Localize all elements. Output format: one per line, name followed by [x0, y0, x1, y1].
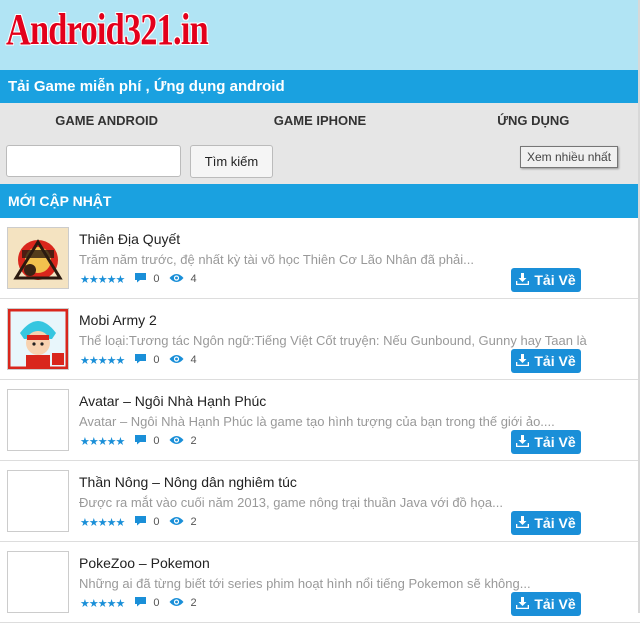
- view-count: 2: [169, 597, 197, 610]
- comment-count-value: 0: [153, 273, 160, 285]
- list-item[interactable]: Thiên Địa Quyết Trăm năm trước, đệ nhất …: [0, 218, 640, 299]
- site-tagline: Tải Game miễn phí , Ứng dụng android: [0, 70, 640, 103]
- mobi-army-art: [8, 309, 68, 369]
- item-title[interactable]: Mobi Army 2: [79, 312, 157, 328]
- item-stats: ★★★★★ 0 4: [80, 353, 197, 367]
- download-button[interactable]: Tải Về: [511, 349, 581, 373]
- view-count: 2: [169, 516, 197, 529]
- download-label: Tải Về: [534, 272, 576, 288]
- tooltip: Xem nhiều nhất: [520, 146, 619, 168]
- download-button[interactable]: Tải Về: [511, 268, 581, 292]
- eye-icon: [169, 597, 184, 610]
- download-label: Tải Về: [534, 434, 576, 450]
- rating-stars: ★★★★★: [80, 354, 125, 367]
- view-count: 2: [169, 435, 197, 448]
- comment-count-value: 0: [153, 597, 160, 609]
- comment-icon: [134, 272, 147, 286]
- item-description: Những ai đã từng biết tới series phim ho…: [79, 576, 531, 591]
- comment-icon: [134, 515, 147, 529]
- nav-game-android[interactable]: GAME ANDROID: [0, 103, 213, 138]
- download-icon: [516, 434, 530, 450]
- eye-icon: [169, 354, 184, 367]
- section-title: MỚI CẬP NHẬT: [0, 184, 640, 218]
- eye-icon: [169, 516, 184, 529]
- eye-icon: [169, 435, 184, 448]
- comment-count-value: 0: [153, 435, 160, 447]
- comment-icon: [134, 353, 147, 367]
- item-stats: ★★★★★ 0 2: [80, 596, 197, 610]
- download-icon: [516, 272, 530, 288]
- rating-stars: ★★★★★: [80, 435, 125, 448]
- item-description: Avatar – Ngôi Nhà Hạnh Phúc là game tạo …: [79, 414, 555, 429]
- comment-count: 0: [134, 434, 159, 448]
- rating-stars: ★★★★★: [80, 516, 125, 529]
- comment-count: 0: [134, 272, 159, 286]
- comment-count: 0: [134, 596, 159, 610]
- item-stats: ★★★★★ 0 4: [80, 272, 197, 286]
- view-count-value: 2: [190, 597, 197, 609]
- search-input[interactable]: [6, 145, 181, 177]
- list-item[interactable]: Thần Nông – Nông dân nghiêm túc Được ra …: [0, 461, 640, 542]
- view-count-value: 2: [190, 516, 197, 528]
- eye-icon: [169, 273, 184, 286]
- game-thumbnail[interactable]: [7, 470, 69, 532]
- item-stats: ★★★★★ 0 2: [80, 434, 197, 448]
- download-button[interactable]: Tải Về: [511, 592, 581, 616]
- rating-stars: ★★★★★: [80, 273, 125, 286]
- nav-ung-dung[interactable]: ỨNG DỤNG: [427, 103, 640, 138]
- item-description: Trăm năm trước, đệ nhất kỳ tài võ học Th…: [79, 252, 475, 267]
- download-label: Tải Về: [534, 515, 576, 531]
- view-count-value: 2: [190, 435, 197, 447]
- comment-count-value: 0: [153, 516, 160, 528]
- item-stats: ★★★★★ 0 2: [80, 515, 197, 529]
- comment-count-value: 0: [153, 354, 160, 366]
- site-header: Android321.in: [0, 0, 640, 70]
- game-thumbnail[interactable]: [7, 551, 69, 613]
- download-label: Tải Về: [534, 353, 576, 369]
- game-thumbnail[interactable]: [7, 227, 69, 289]
- download-icon: [516, 515, 530, 531]
- download-icon: [516, 353, 530, 369]
- nav-game-iphone[interactable]: GAME IPHONE: [213, 103, 426, 138]
- item-title[interactable]: PokeZoo – Pokemon: [79, 555, 210, 571]
- game-thumbnail[interactable]: [7, 389, 69, 451]
- download-button[interactable]: Tải Về: [511, 511, 581, 535]
- view-count-value: 4: [190, 273, 197, 285]
- list-item[interactable]: Mobi Army 2 Thể loại:Tương tác Ngôn ngữ:…: [0, 299, 640, 380]
- item-title[interactable]: Avatar – Ngôi Nhà Hạnh Phúc: [79, 393, 266, 409]
- main-nav: GAME ANDROID GAME IPHONE ỨNG DỤNG: [0, 103, 640, 138]
- item-description: Thể loại:Tương tác Ngôn ngữ:Tiếng Việt C…: [79, 333, 587, 348]
- comment-icon: [134, 596, 147, 610]
- app-list: Thiên Địa Quyết Trăm năm trước, đệ nhất …: [0, 218, 640, 623]
- site-logo[interactable]: Android321.in: [6, 2, 209, 58]
- download-icon: [516, 596, 530, 612]
- item-title[interactable]: Thiên Địa Quyết: [79, 231, 180, 247]
- comment-count: 0: [134, 353, 159, 367]
- game-thumbnail[interactable]: [7, 308, 69, 370]
- rating-stars: ★★★★★: [80, 597, 125, 610]
- view-count-value: 4: [190, 354, 197, 366]
- thien-dia-quyet-art: [8, 228, 68, 288]
- item-title[interactable]: Thần Nông – Nông dân nghiêm túc: [79, 474, 297, 490]
- list-item[interactable]: Avatar – Ngôi Nhà Hạnh Phúc Avatar – Ngô…: [0, 380, 640, 461]
- search-button[interactable]: Tìm kiếm: [190, 145, 273, 178]
- item-description: Được ra mắt vào cuối năm 2013, game nông…: [79, 495, 503, 510]
- download-button[interactable]: Tải Về: [511, 430, 581, 454]
- comment-icon: [134, 434, 147, 448]
- comment-count: 0: [134, 515, 159, 529]
- list-item[interactable]: PokeZoo – Pokemon Những ai đã từng biết …: [0, 542, 640, 623]
- download-label: Tải Về: [534, 596, 576, 612]
- view-count: 4: [169, 273, 197, 286]
- view-count: 4: [169, 354, 197, 367]
